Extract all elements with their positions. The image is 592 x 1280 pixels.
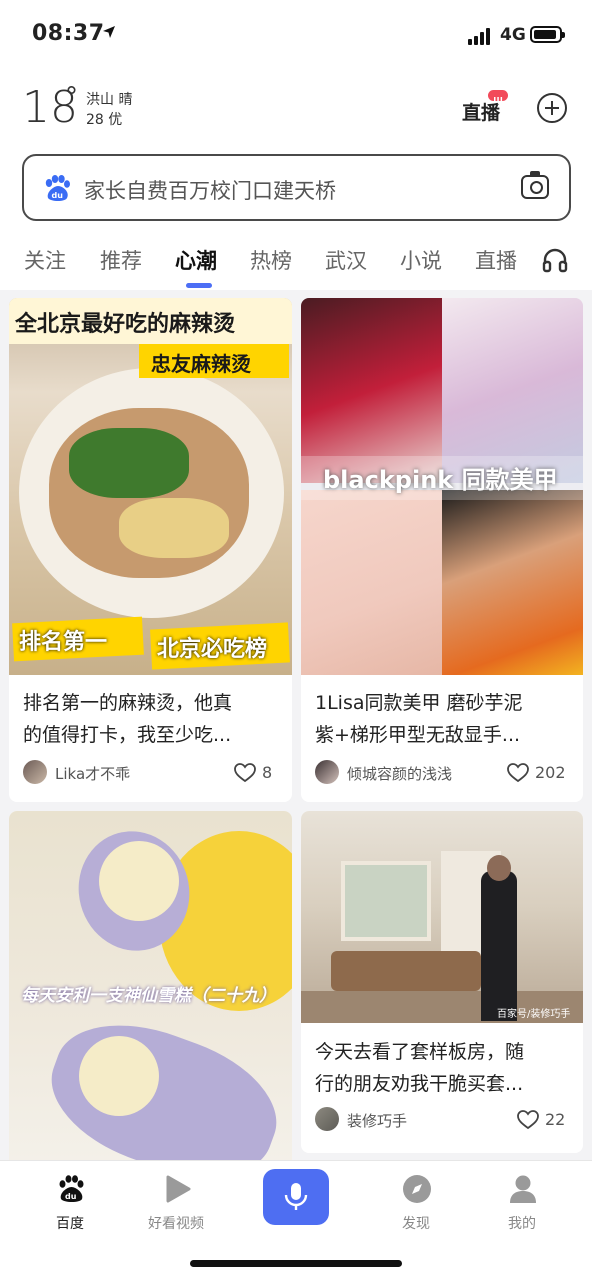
tab-novel[interactable]: 小说 bbox=[400, 245, 442, 275]
nav-label: 好看视频 bbox=[148, 1216, 204, 1232]
overlay-tag-list: 北京必吃榜 bbox=[157, 637, 268, 662]
location-arrow-icon bbox=[103, 26, 115, 38]
feed-card[interactable]: 百家号/装修巧手 今天去看了套样板房，随 行的朋友劝我干脆买套... 装修巧手 … bbox=[301, 811, 583, 1153]
battery-icon bbox=[530, 26, 565, 43]
cellular-signal-icon bbox=[468, 27, 492, 45]
card-image: 全北京最好吃的麻辣烫 忠友麻辣烫 排名第一 北京必吃榜 bbox=[9, 298, 292, 675]
card-title-line: 1Lisa同款美甲 磨砂芋泥 bbox=[315, 692, 523, 714]
card-title: 排名第一的麻辣烫，他真 的值得打卡，我至少吃... bbox=[23, 687, 232, 751]
avatar bbox=[315, 1107, 339, 1131]
add-button[interactable] bbox=[537, 93, 567, 123]
overlay-headline: blackpink 同款美甲 bbox=[323, 466, 558, 494]
nav-haokan-video[interactable]: 好看视频 bbox=[136, 1161, 216, 1251]
feed-tabs: 关注 推荐 心潮 热榜 武汉 小说 直播 bbox=[0, 245, 592, 285]
mic-icon bbox=[284, 1183, 308, 1210]
baidu-paw-icon: du bbox=[59, 1175, 84, 1202]
search-placeholder: 家长自费百万校门口建天桥 bbox=[84, 179, 336, 203]
status-time: 08:37 bbox=[32, 21, 105, 46]
tab-xinchao[interactable]: 心潮 bbox=[175, 245, 217, 275]
avatar bbox=[23, 760, 47, 784]
nav-label: 百度 bbox=[56, 1216, 84, 1232]
heart-icon bbox=[517, 1110, 539, 1130]
like-button[interactable]: 22 bbox=[517, 1107, 569, 1135]
feed-card[interactable]: blackpink 同款美甲 1Lisa同款美甲 磨砂芋泥 紫+梯形甲型无敌显手… bbox=[301, 298, 583, 802]
card-image: 百家号/装修巧手 bbox=[301, 811, 583, 1023]
overlay-tag-rank: 排名第一 bbox=[19, 630, 108, 655]
search-box[interactable]: du 家长自费百万校门口建天桥 bbox=[22, 154, 571, 221]
active-tab-indicator bbox=[186, 283, 212, 288]
like-count: 22 bbox=[545, 1110, 566, 1129]
baidu-paw-icon: du bbox=[45, 175, 70, 201]
network-type: 4G bbox=[500, 25, 526, 45]
avatar bbox=[315, 760, 339, 784]
heart-icon bbox=[234, 763, 256, 783]
weather-degree-symbol: ° bbox=[65, 82, 78, 112]
nav-mine[interactable]: 我的 bbox=[482, 1161, 562, 1251]
feed-card[interactable]: 全北京最好吃的麻辣烫 忠友麻辣烫 排名第一 北京必吃榜 排名第一的麻辣烫，他真 … bbox=[9, 298, 292, 802]
tab-wuhan[interactable]: 武汉 bbox=[325, 245, 367, 275]
tab-follow[interactable]: 关注 bbox=[24, 245, 66, 275]
nav-label: 我的 bbox=[508, 1216, 536, 1232]
tab-live[interactable]: 直播 bbox=[475, 245, 523, 275]
live-badge-icon bbox=[488, 90, 508, 102]
like-count: 8 bbox=[262, 763, 273, 782]
overlay-headline: 每天安利一支神仙雪糕（二十九） bbox=[21, 986, 276, 1006]
image-watermark: 百家号/装修巧手 bbox=[497, 1009, 571, 1020]
tab-recommend[interactable]: 推荐 bbox=[100, 245, 142, 275]
author-name: 装修巧手 bbox=[347, 1112, 408, 1130]
card-title-line: 的值得打卡，我至少吃... bbox=[23, 724, 232, 746]
card-author[interactable]: 倾城容颜的浅浅 bbox=[315, 760, 475, 788]
card-author[interactable]: Lika才不乖 bbox=[23, 760, 173, 788]
card-title: 1Lisa同款美甲 磨砂芋泥 紫+梯形甲型无敌显手... bbox=[315, 687, 523, 751]
card-title-line: 今天去看了套样板房，随 bbox=[315, 1041, 525, 1063]
weather-city: 洪山 晴 bbox=[86, 92, 133, 108]
voice-search-button[interactable] bbox=[263, 1169, 329, 1225]
headphones-icon[interactable] bbox=[542, 247, 568, 273]
author-name: Lika才不乖 bbox=[55, 765, 131, 783]
tab-hot[interactable]: 热榜 bbox=[250, 245, 292, 275]
svg-text:du: du bbox=[52, 191, 64, 200]
card-title-line: 排名第一的麻辣烫，他真 bbox=[23, 692, 233, 714]
card-image: blackpink 同款美甲 bbox=[301, 298, 583, 675]
like-button[interactable]: 8 bbox=[234, 760, 278, 788]
card-title-line: 紫+梯形甲型无敌显手... bbox=[315, 724, 521, 746]
heart-icon bbox=[507, 763, 529, 783]
overlay-headline: 全北京最好吃的麻辣烫 bbox=[15, 312, 236, 337]
play-icon bbox=[166, 1175, 191, 1203]
like-count: 202 bbox=[535, 763, 566, 782]
card-title-line: 行的朋友劝我干脆买套... bbox=[315, 1073, 524, 1095]
home-indicator bbox=[190, 1260, 402, 1267]
card-title: 今天去看了套样板房，随 行的朋友劝我干脆买套... bbox=[315, 1036, 524, 1100]
feed-card[interactable]: 每天安利一支神仙雪糕（二十九） bbox=[9, 811, 292, 1171]
live-button[interactable]: 直播 bbox=[462, 90, 508, 130]
status-bar: 08:37 4G bbox=[0, 0, 592, 70]
svg-text:du: du bbox=[65, 1192, 77, 1201]
nav-label: 发现 bbox=[402, 1216, 430, 1232]
like-button[interactable]: 202 bbox=[507, 760, 569, 788]
compass-icon bbox=[403, 1175, 431, 1203]
weather-aqi: 28 优 bbox=[86, 112, 123, 128]
card-image: 每天安利一支神仙雪糕（二十九） bbox=[9, 811, 292, 1171]
overlay-shop-name: 忠友麻辣烫 bbox=[151, 352, 251, 376]
card-author[interactable]: 装修巧手 bbox=[315, 1107, 465, 1135]
user-icon bbox=[510, 1175, 536, 1203]
nav-discover[interactable]: 发现 bbox=[376, 1161, 456, 1251]
camera-icon[interactable] bbox=[521, 171, 549, 199]
nav-baidu[interactable]: du 百度 bbox=[30, 1161, 110, 1251]
author-name: 倾城容颜的浅浅 bbox=[347, 765, 453, 783]
